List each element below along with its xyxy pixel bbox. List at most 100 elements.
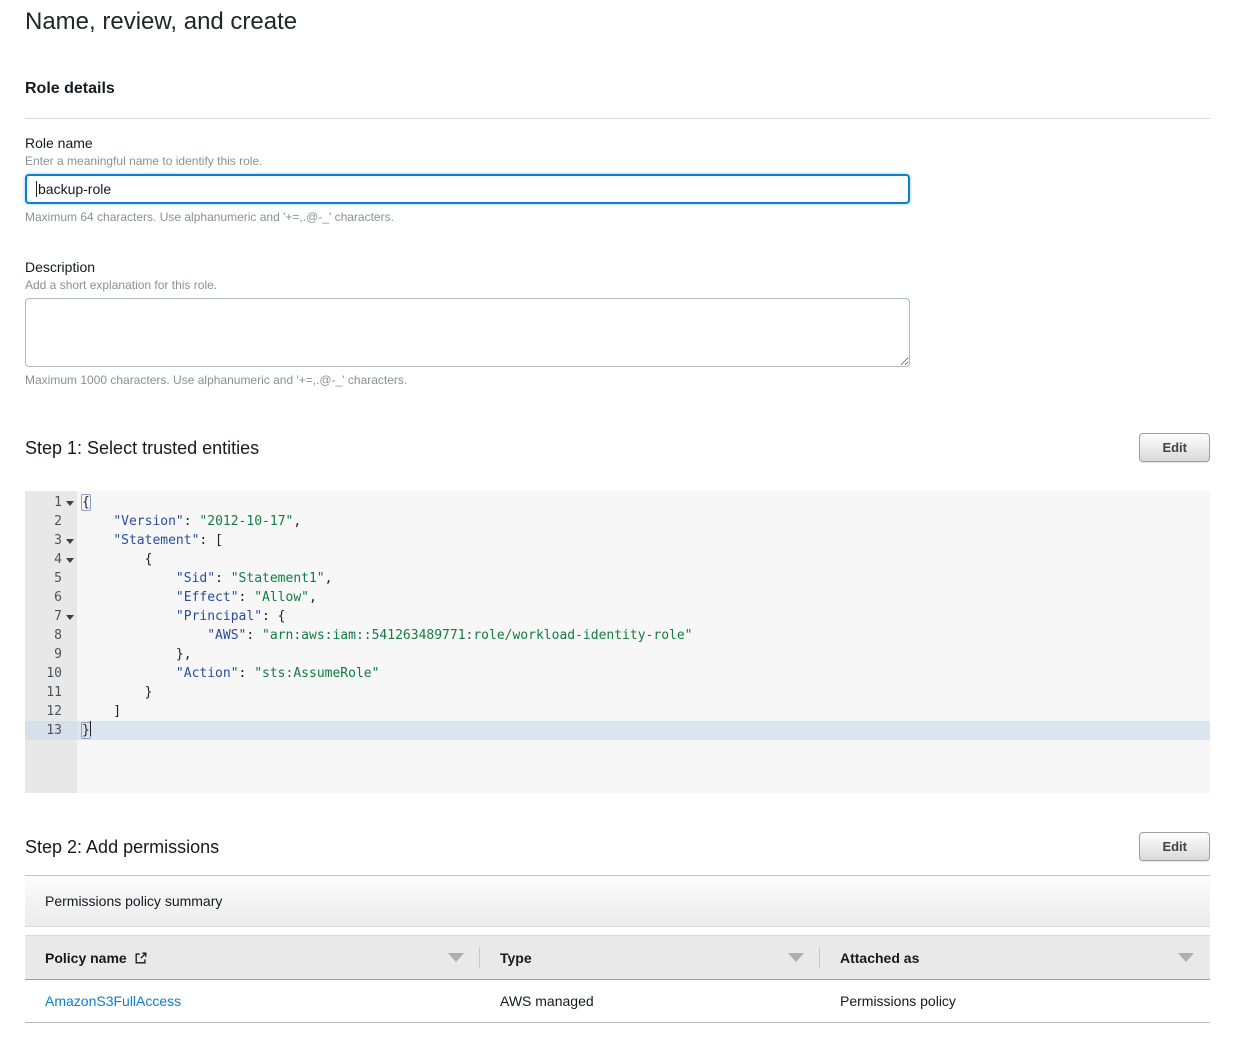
json-punctuation <box>82 590 176 605</box>
description-textarea[interactable] <box>25 298 910 367</box>
json-punctuation <box>82 533 113 548</box>
line-number: 10 <box>25 664 77 683</box>
policy-name-link[interactable]: AmazonS3FullAccess <box>45 993 181 1009</box>
column-header-policy-name: Policy name <box>25 936 480 979</box>
line-number: 11 <box>25 683 77 702</box>
json-key: "Effect" <box>176 590 239 605</box>
step1-heading: Step 1: Select trusted entities <box>25 437 259 459</box>
json-punctuation <box>82 609 176 624</box>
json-value: "2012-10-17" <box>199 514 293 529</box>
step2-edit-button[interactable]: Edit <box>1139 832 1210 861</box>
table-header-row: Policy name Type Attached as <box>25 935 1210 980</box>
type-cell: AWS managed <box>480 993 820 1009</box>
step2-heading: Step 2: Add permissions <box>25 836 219 858</box>
panel-title: Permissions policy summary <box>45 893 222 909</box>
line-numbers-gutter: 12345678910111213 <box>25 491 77 793</box>
json-punctuation: } <box>82 685 152 700</box>
json-punctuation <box>82 571 176 586</box>
json-punctuation: , <box>293 514 301 529</box>
json-punctuation: : <box>184 514 200 529</box>
line-number: 7 <box>25 607 77 626</box>
step2-header: Step 2: Add permissions Edit <box>25 832 1210 861</box>
attached-as-cell: Permissions policy <box>820 993 1210 1009</box>
fold-arrow-icon[interactable] <box>66 539 74 544</box>
json-value: "Statement1" <box>231 571 325 586</box>
table-row: AmazonS3FullAccess AWS managedPermissions… <box>25 980 1210 1023</box>
description-constraint: Maximum 1000 characters. Use alphanumeri… <box>25 373 1210 387</box>
line-number: 12 <box>25 702 77 721</box>
json-key: "Sid" <box>176 571 215 586</box>
line-number: 3 <box>25 531 77 550</box>
line-number: 2 <box>25 512 77 531</box>
code-line[interactable]: "Statement": [ <box>77 531 1210 550</box>
json-punctuation: { <box>81 494 91 511</box>
permissions-panel: Permissions policy summary Policy name Ty… <box>25 875 1210 1023</box>
external-link-icon <box>134 951 148 965</box>
json-key: "AWS" <box>207 628 246 643</box>
column-header-attached-as: Attached as <box>820 936 1210 979</box>
column-header-label: Policy name <box>45 950 127 966</box>
code-line[interactable]: "Action": "sts:AssumeRole" <box>77 664 1210 683</box>
text-cursor <box>36 181 37 197</box>
json-value: "Allow" <box>254 590 309 605</box>
code-line[interactable]: "Principal": { <box>77 607 1210 626</box>
editor-cursor <box>90 721 91 736</box>
role-name-field: Role name Enter a meaningful name to ide… <box>25 134 1210 224</box>
role-details-heading: Role details <box>25 80 1210 98</box>
line-number: 13 <box>25 721 77 740</box>
role-name-label: Role name <box>25 134 1210 152</box>
json-punctuation: , <box>309 590 317 605</box>
line-number: 5 <box>25 569 77 588</box>
line-number: 1 <box>25 493 77 512</box>
role-name-value: backup-role <box>38 181 111 197</box>
code-area[interactable]: { "Version": "2012-10-17", "Statement": … <box>77 491 1210 793</box>
policy-table: Policy name Type Attached as AmazonS3FullA… <box>25 935 1210 1023</box>
json-key: "Statement" <box>113 533 199 548</box>
fold-arrow-icon[interactable] <box>66 558 74 563</box>
json-punctuation: , <box>325 571 333 586</box>
line-number: 8 <box>25 626 77 645</box>
json-punctuation <box>82 628 207 643</box>
code-line[interactable]: "Version": "2012-10-17", <box>77 512 1210 531</box>
column-header-label: Attached as <box>840 950 919 966</box>
policy-editor[interactable]: 12345678910111213 { "Version": "2012-10-… <box>25 491 1210 793</box>
fold-arrow-icon[interactable] <box>66 615 74 620</box>
json-punctuation: : <box>239 590 255 605</box>
line-number: 4 <box>25 550 77 569</box>
json-punctuation <box>82 514 113 529</box>
code-line[interactable]: }, <box>77 645 1210 664</box>
code-line[interactable]: } <box>77 683 1210 702</box>
json-punctuation: : { <box>262 609 285 624</box>
role-name-input[interactable]: backup-role <box>25 174 910 204</box>
json-punctuation: : <box>239 666 255 681</box>
description-field: Description Add a short explanation for … <box>25 258 1210 387</box>
code-line[interactable]: { <box>77 550 1210 569</box>
divider <box>25 118 1210 119</box>
code-line[interactable]: "Effect": "Allow", <box>77 588 1210 607</box>
json-key: "Principal" <box>176 609 262 624</box>
sort-filter-icon[interactable] <box>1178 953 1194 962</box>
line-number: 6 <box>25 588 77 607</box>
role-name-help: Enter a meaningful name to identify this… <box>25 154 1210 168</box>
json-punctuation: : <box>246 628 262 643</box>
sort-filter-icon[interactable] <box>788 953 804 962</box>
json-punctuation: { <box>82 552 152 567</box>
code-line[interactable]: "AWS": "arn:aws:iam::541263489771:role/w… <box>77 626 1210 645</box>
json-value: "sts:AssumeRole" <box>254 666 379 681</box>
sort-filter-icon[interactable] <box>448 953 464 962</box>
column-header-label: Type <box>500 950 532 966</box>
code-line[interactable]: { <box>77 493 1210 512</box>
panel-header: Permissions policy summary <box>25 875 1210 927</box>
json-punctuation <box>82 666 176 681</box>
json-key: "Version" <box>113 514 183 529</box>
code-line[interactable]: } <box>77 721 1210 740</box>
step1-edit-button[interactable]: Edit <box>1139 433 1210 462</box>
fold-arrow-icon[interactable] <box>66 501 74 506</box>
line-number: 9 <box>25 645 77 664</box>
code-line[interactable]: "Sid": "Statement1", <box>77 569 1210 588</box>
json-value: "arn:aws:iam::541263489771:role/workload… <box>262 628 692 643</box>
json-punctuation: }, <box>82 647 192 662</box>
code-line[interactable]: ] <box>77 702 1210 721</box>
role-name-constraint: Maximum 64 characters. Use alphanumeric … <box>25 210 1210 224</box>
description-help: Add a short explanation for this role. <box>25 278 1210 292</box>
